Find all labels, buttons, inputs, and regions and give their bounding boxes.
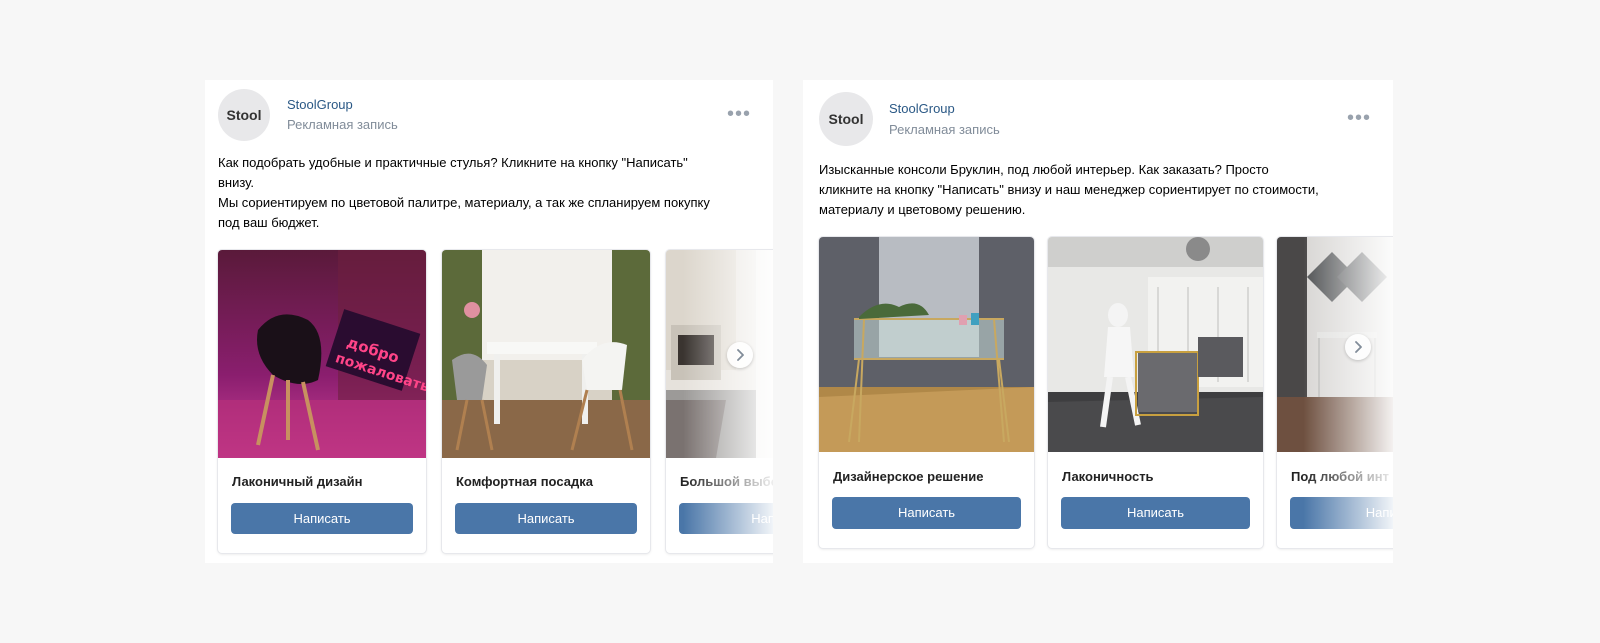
ad-post-2: Stool StoolGroup Рекламная запись ••• Из… [803, 80, 1393, 563]
write-button[interactable]: Написать [832, 497, 1021, 529]
carousel: добро пожаловать Лаконичный дизайн Напис… [218, 250, 773, 553]
card-title: Большой выбо [680, 474, 773, 489]
chevron-right-icon[interactable] [727, 342, 753, 368]
write-button[interactable]: Напис [679, 503, 773, 534]
post-text-line: материалу и цветовому решению. [819, 202, 1026, 217]
post-text-line: под ваш бюджет. [218, 215, 320, 230]
carousel: Дизайнерское решение Написать Лаконичнос… [819, 237, 1393, 548]
post-text-line: Изысканные консоли Бруклин, под любой ин… [819, 162, 1269, 177]
carousel-card[interactable]: Комфортная посадка Написать [442, 250, 650, 553]
avatar[interactable]: Stool [218, 89, 270, 141]
card-image[interactable] [442, 250, 650, 458]
post-text: Изысканные консоли Бруклин, под любой ин… [819, 160, 1379, 220]
post-text-line: Как подобрать удобные и практичные стуль… [218, 155, 688, 170]
more-horizontal-icon[interactable]: ••• [727, 104, 751, 124]
card-image[interactable]: добро пожаловать [218, 250, 426, 458]
author-name-link[interactable]: StoolGroup [889, 101, 955, 116]
card-image[interactable] [666, 250, 773, 458]
carousel-card[interactable]: Большой выбо Напис [666, 250, 773, 553]
post-header: Stool StoolGroup Рекламная запись ••• [205, 80, 773, 146]
card-title: Лаконичный дизайн [232, 474, 363, 489]
post-header: Stool StoolGroup Рекламная запись ••• [803, 80, 1393, 146]
carousel-card[interactable]: добро пожаловать Лаконичный дизайн Напис… [218, 250, 426, 553]
carousel-card[interactable]: Дизайнерское решение Написать [819, 237, 1034, 548]
card-image[interactable] [1277, 237, 1393, 452]
write-button[interactable]: Написать [1061, 497, 1250, 529]
card-image[interactable] [819, 237, 1034, 452]
post-subtitle: Рекламная запись [889, 122, 1000, 137]
carousel-card[interactable]: Лаконичность Написать [1048, 237, 1263, 548]
post-text-line: внизу. [218, 175, 254, 190]
write-button[interactable]: Напис [1290, 497, 1393, 529]
card-title: Комфортная посадка [456, 474, 593, 489]
card-image[interactable] [1048, 237, 1263, 452]
post-subtitle: Рекламная запись [287, 117, 398, 132]
card-title: Под любой инт [1291, 469, 1389, 484]
chevron-right-icon[interactable] [1345, 334, 1371, 360]
carousel-card[interactable]: Под любой инт Напис [1277, 237, 1393, 548]
avatar[interactable]: Stool [819, 92, 873, 146]
write-button[interactable]: Написать [231, 503, 413, 534]
post-text-line: Мы сориентируем по цветовой палитре, мат… [218, 195, 710, 210]
card-title: Дизайнерское решение [833, 469, 984, 484]
ad-post-1: Stool StoolGroup Рекламная запись ••• Ка… [205, 80, 773, 563]
more-horizontal-icon[interactable]: ••• [1347, 108, 1371, 128]
author-name-link[interactable]: StoolGroup [287, 97, 353, 112]
post-text-line: кликните на кнопку "Написать" внизу и на… [819, 182, 1319, 197]
card-title: Лаконичность [1062, 469, 1154, 484]
write-button[interactable]: Написать [455, 503, 637, 534]
post-text: Как подобрать удобные и практичные стуль… [218, 153, 743, 233]
